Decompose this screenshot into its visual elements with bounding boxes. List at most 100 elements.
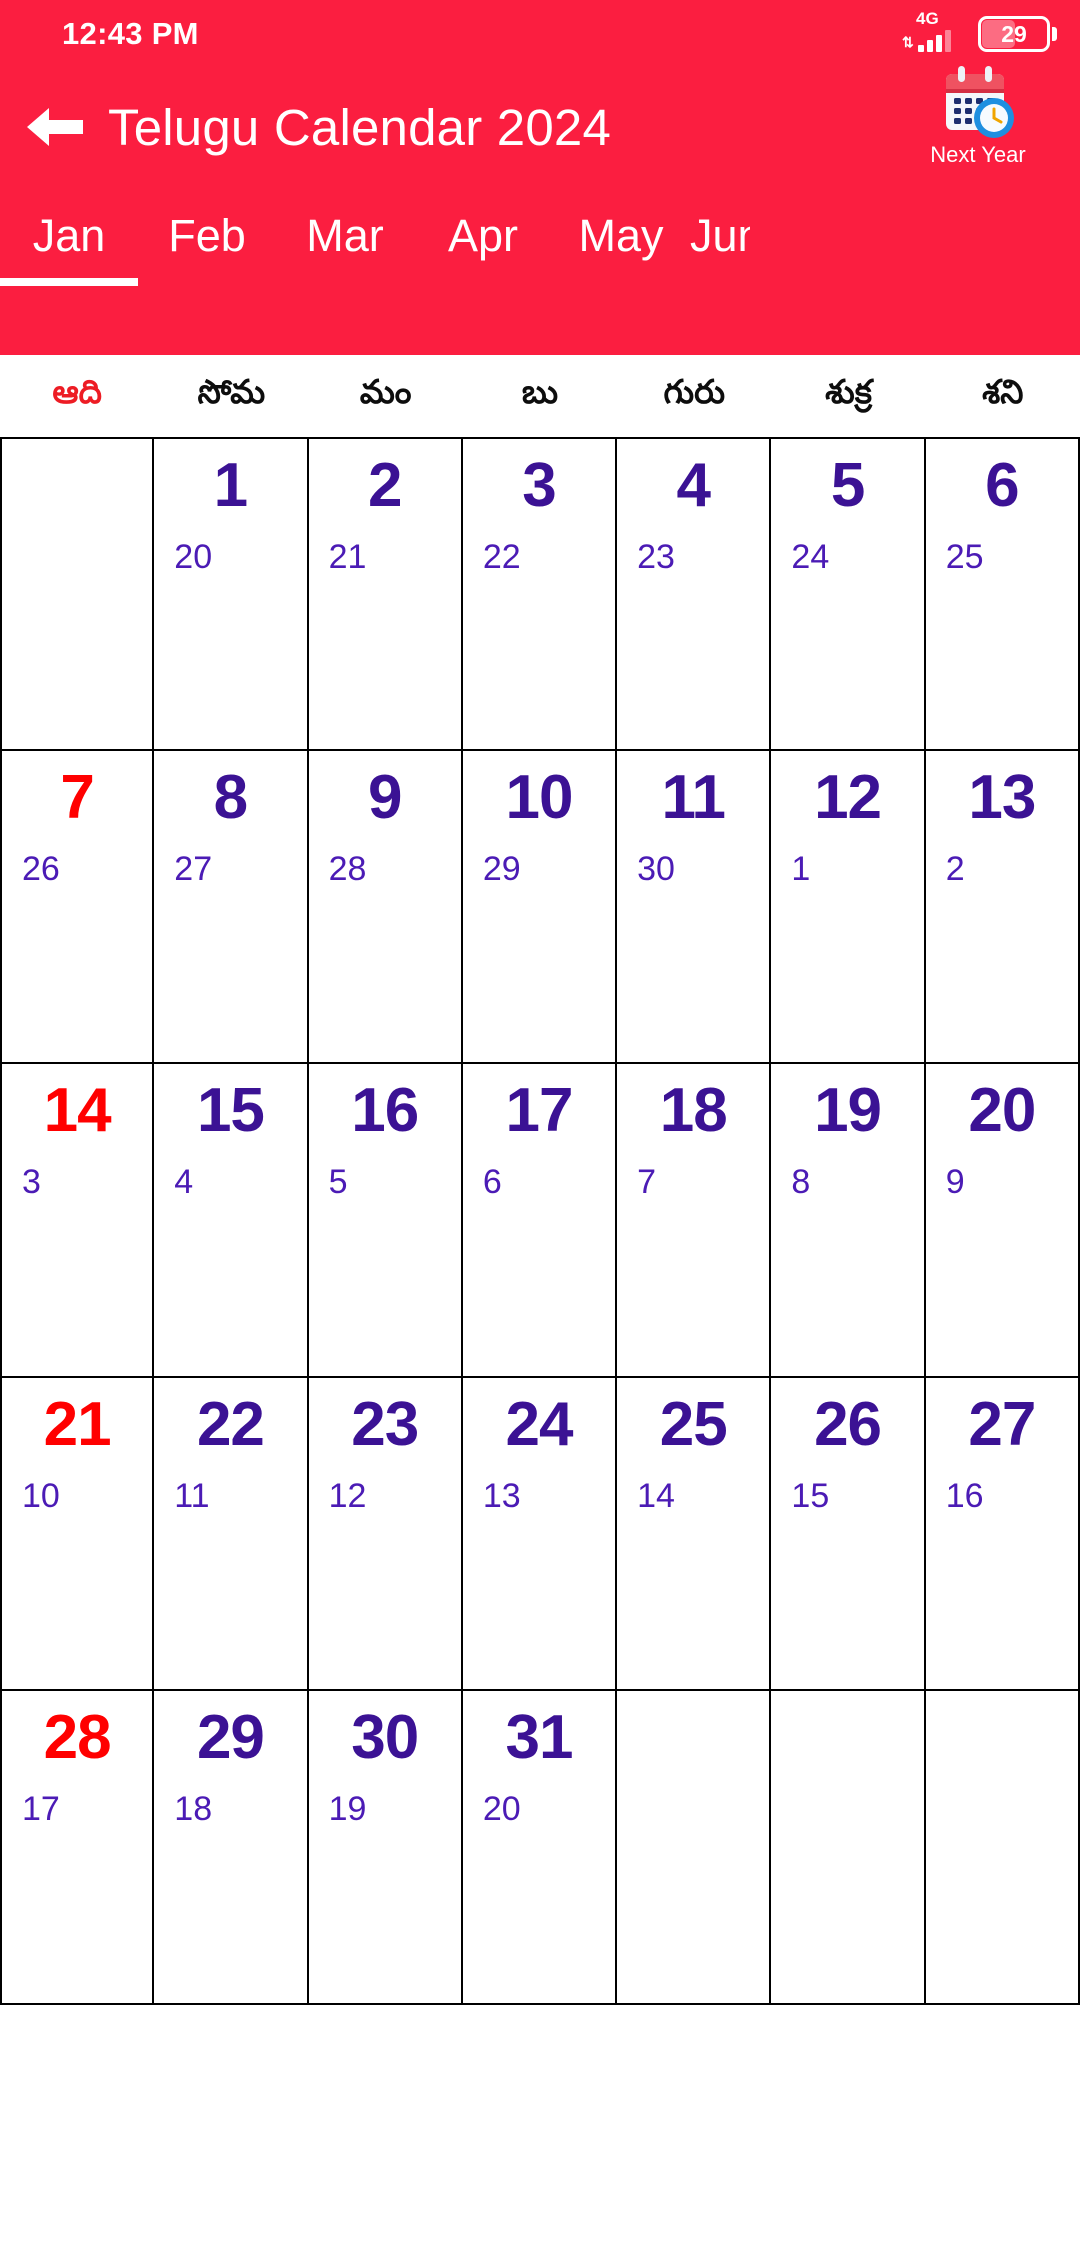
telugu-day-number: 2 bbox=[945, 849, 965, 888]
telugu-day-number: 20 bbox=[482, 1790, 521, 1829]
tab-apr[interactable]: Apr bbox=[414, 186, 552, 286]
page-title: Telugu Calendar 2024 bbox=[108, 98, 612, 156]
telugu-day-number: 9 bbox=[945, 1163, 965, 1202]
day-number: 12 bbox=[814, 762, 882, 832]
calendar-day-cell[interactable]: 6 25 bbox=[925, 437, 1080, 751]
telugu-day-number: 10 bbox=[22, 1476, 60, 1515]
tab-feb[interactable]: Feb bbox=[138, 186, 276, 286]
telugu-day-number: 14 bbox=[637, 1476, 675, 1515]
title-row: Telugu Calendar 2024 Next Year bbox=[0, 66, 1080, 186]
telugu-day-number: 23 bbox=[637, 538, 675, 577]
calendar-day-cell bbox=[617, 1691, 772, 2005]
weekday-saturday: శని bbox=[982, 373, 1024, 410]
tab-feb-label: Feb bbox=[168, 210, 246, 261]
tab-jun[interactable]: Jun bbox=[690, 186, 750, 286]
day-number: 3 bbox=[522, 451, 556, 520]
telugu-day-number: 1 bbox=[791, 849, 811, 888]
calendar-day-cell[interactable]: 22 11 bbox=[154, 1377, 309, 1692]
battery-percent-label: 29 bbox=[1001, 20, 1027, 47]
calendar-day-cell[interactable]: 12 1 bbox=[771, 750, 926, 1065]
day-number: 15 bbox=[196, 1076, 265, 1146]
calendar-day-cell[interactable]: 8 27 bbox=[154, 750, 309, 1065]
calendar-day-cell[interactable]: 19 8 bbox=[771, 1064, 926, 1378]
calendar-day-cell bbox=[0, 437, 155, 751]
telugu-day-number: 22 bbox=[482, 538, 521, 577]
weekday-tuesday: మం bbox=[359, 373, 412, 410]
month-tab-bar[interactable]: Jan Feb Mar Apr May Jun bbox=[0, 186, 1080, 286]
telugu-day-number: 24 bbox=[791, 538, 830, 577]
day-number: 17 bbox=[505, 1076, 574, 1146]
calendar-day-cell[interactable]: 2 21 bbox=[308, 437, 463, 751]
day-number: 22 bbox=[196, 1389, 265, 1459]
calendar-day-cell[interactable]: 26 15 bbox=[771, 1377, 926, 1692]
tab-may[interactable]: May bbox=[552, 186, 690, 286]
day-number: 28 bbox=[43, 1703, 112, 1773]
back-arrow-icon[interactable] bbox=[0, 68, 108, 186]
calendar-day-cell[interactable]: 27 16 bbox=[925, 1377, 1080, 1692]
telugu-day-number: 12 bbox=[328, 1476, 367, 1515]
calendar-grid: 1 20 2 21 3 22 4 23 5 24 6 25 7 26 8 27 9 28 10 29 11 30 12 1 13… bbox=[0, 437, 1080, 2005]
day-number: 1 bbox=[213, 451, 248, 520]
signal-strength-bars bbox=[918, 30, 951, 52]
calendar-day-cell[interactable]: 1 20 bbox=[154, 437, 309, 751]
calendar-day-cell[interactable]: 17 6 bbox=[462, 1064, 618, 1378]
battery-tip bbox=[1052, 27, 1057, 41]
telugu-day-number: 15 bbox=[791, 1476, 830, 1515]
calendar-day-cell[interactable]: 15 4 bbox=[154, 1064, 309, 1378]
calendar-day-cell[interactable]: 7 26 bbox=[0, 750, 155, 1065]
battery-icon: 29 bbox=[978, 16, 1057, 52]
calendar-clock-icon bbox=[946, 66, 1014, 138]
calendar-day-cell[interactable]: 4 23 bbox=[617, 437, 772, 751]
calendar-day-cell bbox=[925, 1691, 1080, 2005]
day-number: 23 bbox=[351, 1389, 419, 1459]
app-bar: 12:43 PM 4G ⇅ 29 Telugu Calendar 2024 Ne… bbox=[0, 0, 1080, 355]
telugu-day-number: 18 bbox=[174, 1790, 213, 1829]
calendar-day-cell[interactable]: 16 5 bbox=[308, 1064, 463, 1378]
day-number: 5 bbox=[830, 451, 865, 520]
calendar-day-cell[interactable]: 21 10 bbox=[0, 1377, 155, 1692]
telugu-day-number: 4 bbox=[174, 1163, 194, 1202]
calendar-day-cell[interactable]: 10 29 bbox=[462, 750, 618, 1065]
calendar-day-cell[interactable]: 31 20 bbox=[462, 1691, 618, 2005]
tab-jun-label: Jun bbox=[690, 210, 750, 261]
tab-apr-label: Apr bbox=[447, 210, 519, 261]
calendar-day-cell[interactable]: 23 12 bbox=[308, 1377, 463, 1692]
day-number: 8 bbox=[213, 762, 248, 832]
weekday-sunday: ఆది bbox=[52, 373, 102, 410]
calendar-day-cell[interactable]: 29 18 bbox=[154, 1691, 309, 2005]
telugu-day-number: 21 bbox=[328, 538, 367, 577]
next-year-button[interactable]: Next Year bbox=[904, 62, 1052, 166]
telugu-day-number: 13 bbox=[482, 1476, 521, 1515]
telugu-day-number: 16 bbox=[945, 1476, 984, 1515]
calendar-day-cell[interactable]: 25 14 bbox=[617, 1377, 772, 1692]
tab-mar-label: Mar bbox=[306, 210, 384, 261]
calendar-day-cell[interactable]: 20 9 bbox=[925, 1064, 1080, 1378]
weekday-wednesday: బు bbox=[521, 373, 559, 410]
weekday-header-row: ఆది సోమ మం బు గురు శుక్ర శని bbox=[0, 355, 1080, 437]
calendar-day-cell[interactable]: 28 17 bbox=[0, 1691, 155, 2005]
tab-jan[interactable]: Jan bbox=[0, 186, 138, 286]
calendar-day-cell[interactable]: 18 7 bbox=[617, 1064, 772, 1378]
calendar-day-cell[interactable]: 30 19 bbox=[308, 1691, 463, 2005]
calendar-day-cell[interactable]: 3 22 bbox=[462, 437, 618, 751]
day-number: 2 bbox=[367, 451, 402, 520]
telugu-day-number: 6 bbox=[482, 1163, 502, 1202]
calendar-day-cell[interactable]: 11 30 bbox=[617, 750, 772, 1065]
day-number: 14 bbox=[43, 1076, 112, 1146]
day-number: 27 bbox=[968, 1389, 1036, 1459]
tab-may-label: May bbox=[578, 210, 664, 261]
weekday-friday: శుక్ర bbox=[825, 373, 872, 410]
telugu-day-number: 7 bbox=[637, 1163, 657, 1202]
calendar-day-cell[interactable]: 14 3 bbox=[0, 1064, 155, 1378]
telugu-day-number: 25 bbox=[945, 538, 984, 577]
telugu-day-number: 19 bbox=[328, 1790, 367, 1829]
day-number: 31 bbox=[505, 1703, 574, 1773]
calendar-day-cell[interactable]: 9 28 bbox=[308, 750, 463, 1065]
telugu-day-number: 8 bbox=[791, 1163, 811, 1202]
tab-mar[interactable]: Mar bbox=[276, 186, 414, 286]
calendar-day-cell[interactable]: 5 24 bbox=[771, 437, 926, 751]
telugu-day-number: 11 bbox=[174, 1476, 210, 1515]
calendar-day-cell[interactable]: 24 13 bbox=[462, 1377, 618, 1692]
calendar-day-cell[interactable]: 13 2 bbox=[925, 750, 1080, 1065]
telugu-day-number: 27 bbox=[174, 849, 213, 888]
